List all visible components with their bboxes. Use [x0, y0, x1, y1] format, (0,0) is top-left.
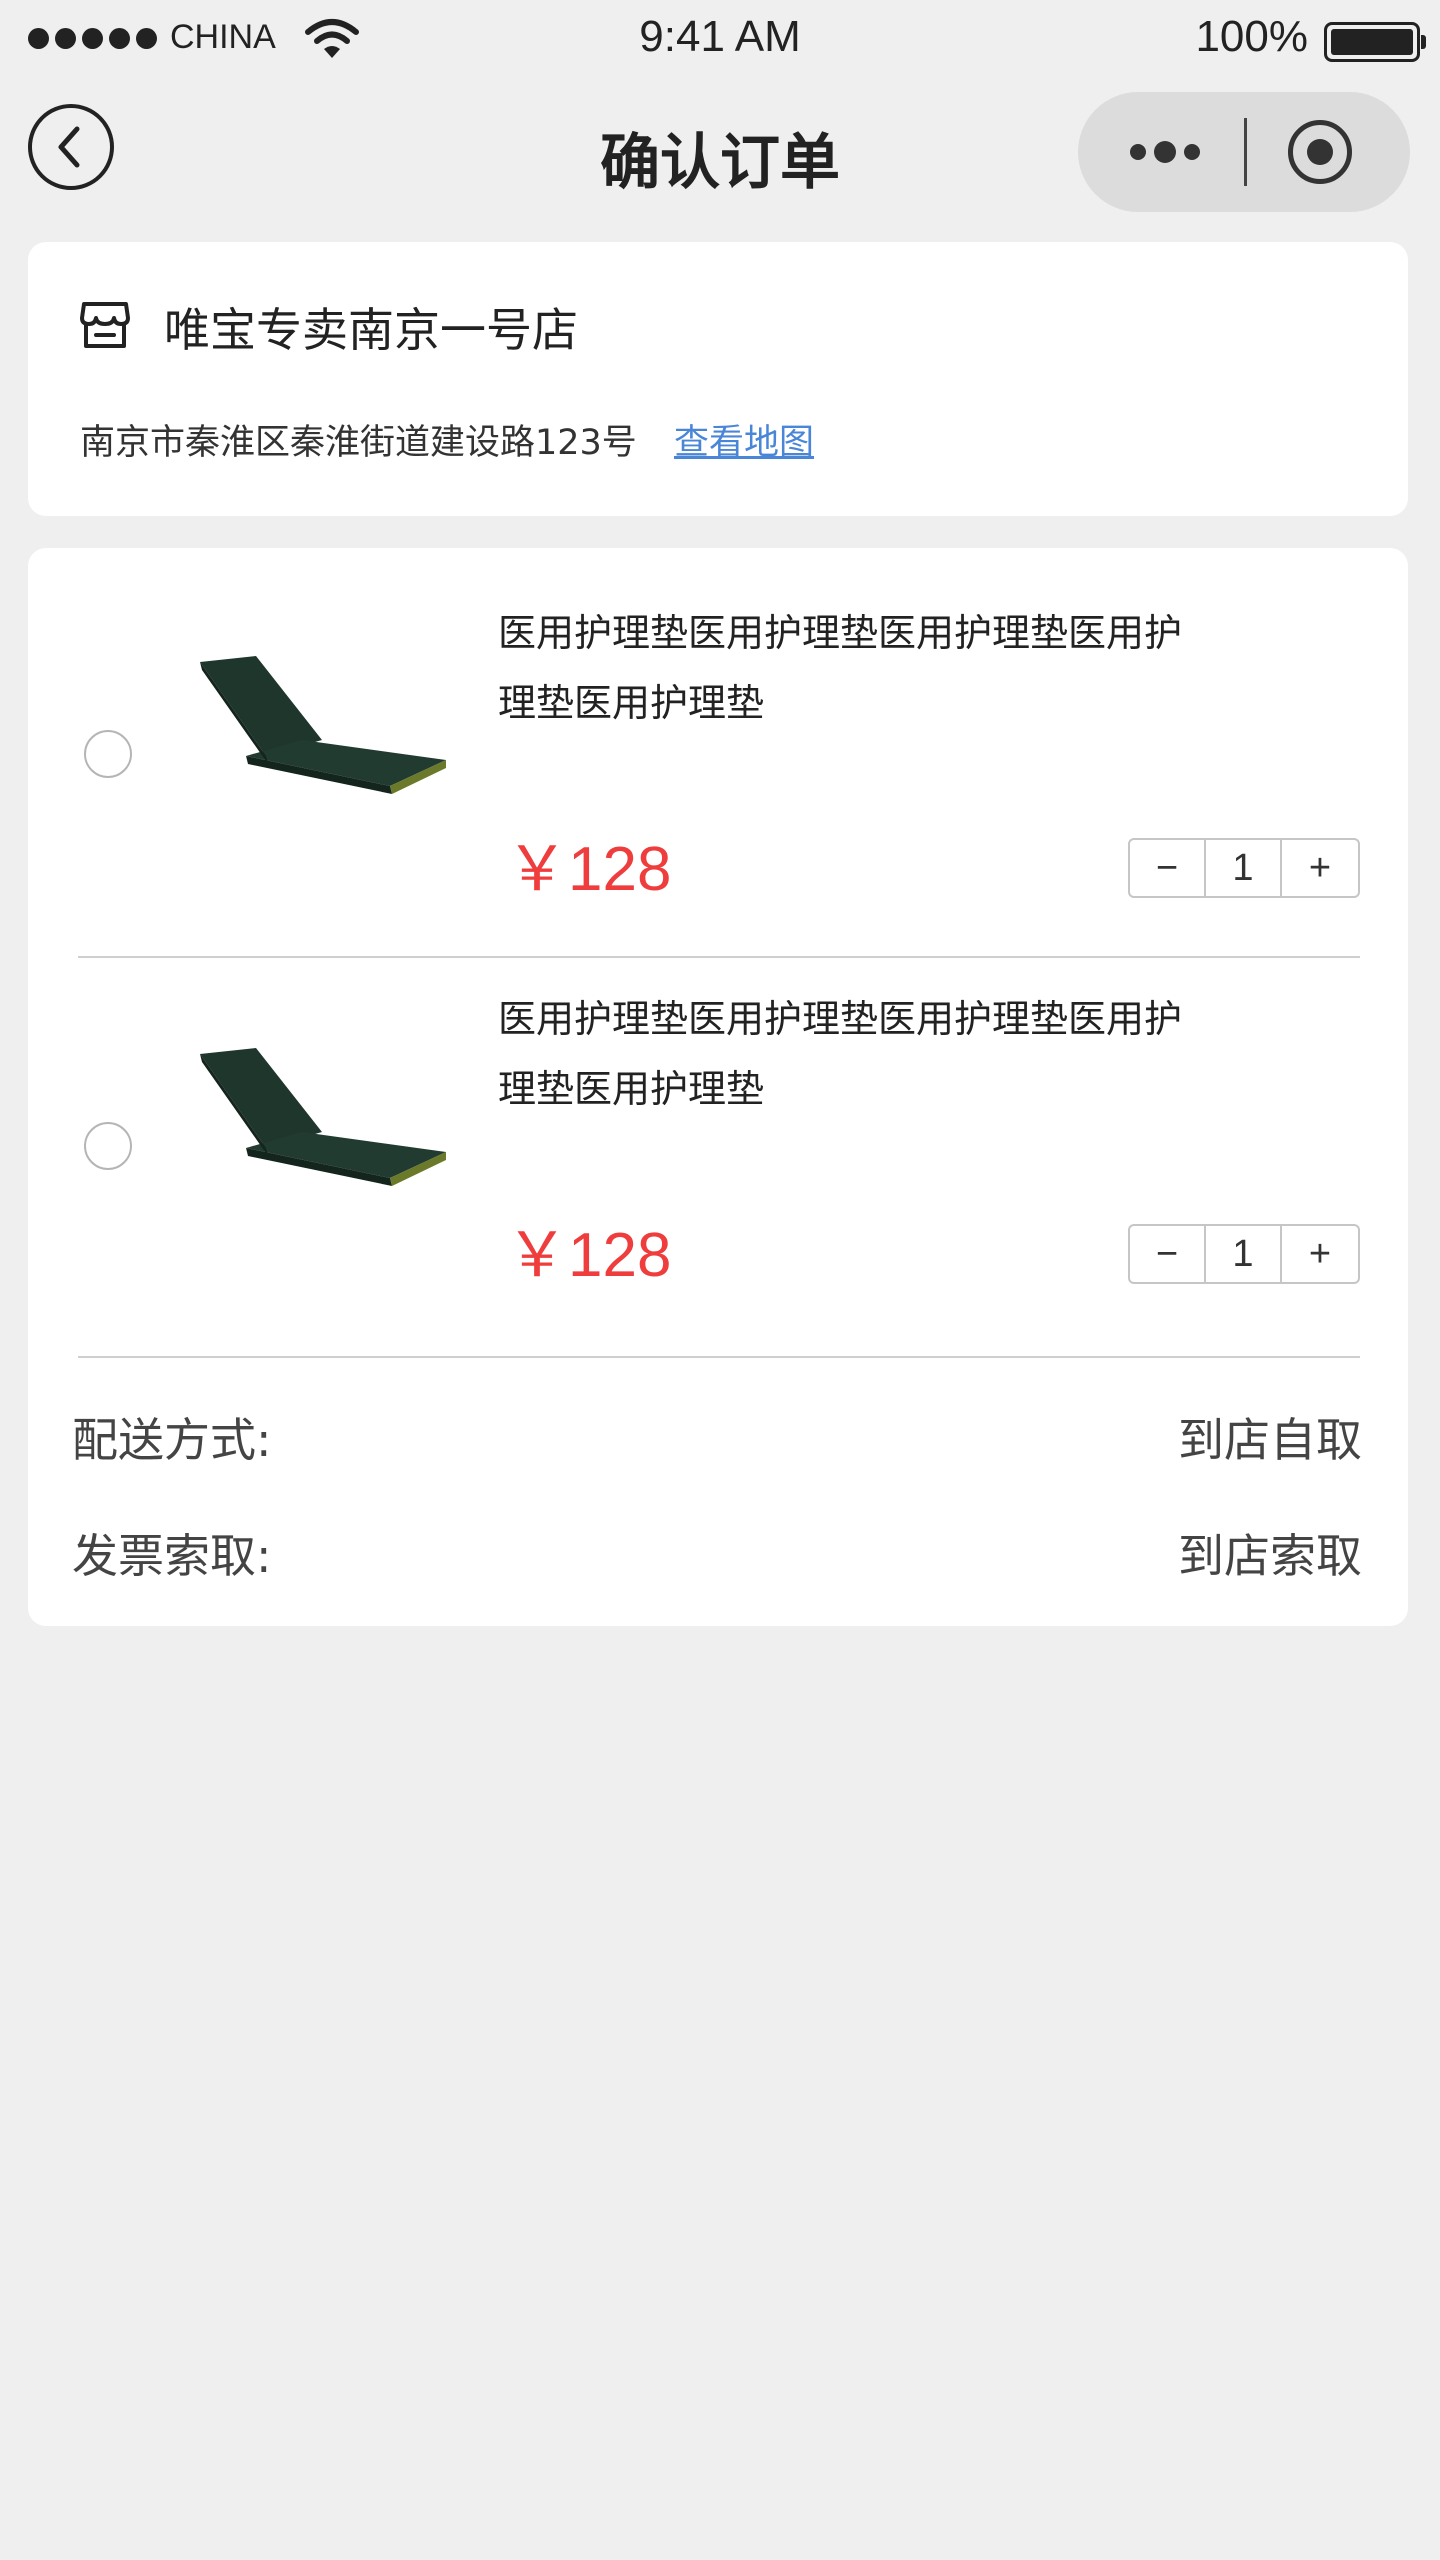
increase-quantity-button[interactable]: + [1282, 840, 1358, 896]
close-mini-program-button[interactable] [1288, 120, 1352, 184]
decrease-quantity-button[interactable]: − [1130, 840, 1206, 896]
product-name: 医用护理垫医用护理垫医用护理垫医用护理垫医用护理垫 [498, 997, 1183, 1111]
store-name: 唯宝专卖南京一号店 [164, 303, 578, 357]
battery-level-fill [1331, 29, 1413, 55]
battery-icon [1324, 22, 1426, 62]
store-address: 南京市秦淮区秦淮街道建设路123号 [80, 423, 637, 463]
battery-percentage: 100% [1195, 12, 1308, 61]
order-card: 医用护理垫医用护理垫医用护理垫医用护理垫医用护理垫 ￥128 − 1 + 医用护… [28, 548, 1408, 1626]
more-dot-right [1184, 144, 1200, 160]
invoice-label: 发票索取: [72, 1529, 272, 1583]
mini-program-capsule [1078, 92, 1410, 212]
store-card: 唯宝专卖南京一号店 南京市秦淮区秦淮街道建设路123号 查看地图 [28, 242, 1408, 516]
product-image [200, 1048, 446, 1186]
invoice-value: 到店索取 [1178, 1529, 1362, 1583]
more-options-button[interactable] [1128, 126, 1202, 178]
quantity-stepper: − 1 + [1128, 1224, 1360, 1284]
decrease-quantity-button[interactable]: − [1130, 1226, 1206, 1282]
product-name: 医用护理垫医用护理垫医用护理垫医用护理垫医用护理垫 [498, 611, 1183, 725]
more-dots-icon [1130, 144, 1146, 160]
product-price: ￥128 [506, 835, 672, 904]
navigation-bar: 确认订单 [0, 80, 1440, 220]
divider [78, 1356, 1360, 1358]
product-price: ￥128 [506, 1221, 672, 1290]
store-icon [80, 302, 130, 348]
more-dot-center [1154, 141, 1176, 163]
product-item: 医用护理垫医用护理垫医用护理垫医用护理垫医用护理垫 ￥128 − 1 + [28, 548, 1408, 940]
delivery-method-label: 配送方式: [72, 1413, 272, 1467]
delivery-method-value: 到店自取 [1178, 1413, 1362, 1467]
product-item: 医用护理垫医用护理垫医用护理垫医用护理垫医用护理垫 ￥128 − 1 + [28, 940, 1408, 1332]
capsule-divider [1244, 118, 1247, 186]
view-map-link[interactable]: 查看地图 [674, 414, 814, 465]
quantity-value[interactable]: 1 [1206, 840, 1282, 896]
product-select-radio[interactable] [84, 730, 132, 778]
increase-quantity-button[interactable]: + [1282, 1226, 1358, 1282]
product-select-radio[interactable] [84, 1122, 132, 1170]
quantity-value[interactable]: 1 [1206, 1226, 1282, 1282]
product-image [200, 656, 446, 794]
quantity-stepper: − 1 + [1128, 838, 1360, 898]
status-bar: CHINA 9:41 AM 100% [0, 0, 1440, 80]
target-circle-icon [1307, 139, 1333, 165]
